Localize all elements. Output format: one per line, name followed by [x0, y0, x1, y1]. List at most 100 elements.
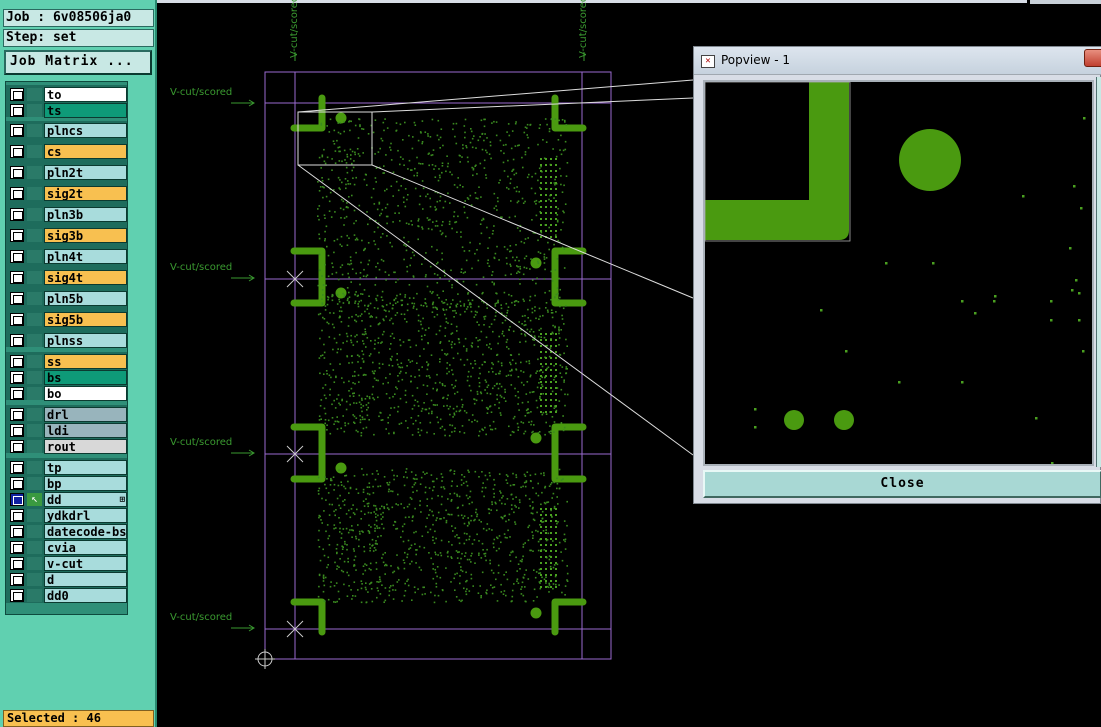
layer-affect-icon[interactable]	[27, 208, 42, 221]
layer-affect-icon[interactable]	[27, 440, 42, 453]
layer-row-sig3b[interactable]: sig3b	[8, 228, 127, 243]
layer-name[interactable]: pln5b	[44, 291, 127, 306]
layer-affect-icon[interactable]	[27, 124, 42, 137]
layer-affect-icon[interactable]	[27, 271, 42, 284]
arrow-icon[interactable]: ↖	[27, 493, 42, 506]
layer-checkbox[interactable]	[10, 88, 24, 101]
layer-affect-icon[interactable]	[27, 509, 42, 522]
layer-row-ldi[interactable]: ldi	[8, 423, 127, 438]
layer-name[interactable]: ts	[44, 103, 127, 118]
layer-name[interactable]: pln3b	[44, 207, 127, 222]
layer-name[interactable]: v-cut	[44, 556, 127, 571]
layer-affect-icon[interactable]	[27, 541, 42, 554]
layer-checkbox[interactable]	[10, 477, 24, 490]
layer-affect-icon[interactable]	[27, 104, 42, 117]
layer-row-sig5b[interactable]: sig5b	[8, 312, 127, 327]
layer-affect-icon[interactable]	[27, 589, 42, 602]
layer-affect-icon[interactable]	[27, 334, 42, 347]
layer-checkbox[interactable]	[10, 355, 24, 368]
layer-checkbox[interactable]	[10, 424, 24, 437]
layer-name[interactable]: bp	[44, 476, 127, 491]
layer-checkbox[interactable]	[10, 334, 24, 347]
layer-name[interactable]: ss	[44, 354, 127, 369]
layer-name[interactable]: pln2t	[44, 165, 127, 180]
popview-canvas[interactable]	[703, 80, 1094, 466]
layer-affect-icon[interactable]	[27, 187, 42, 200]
layer-checkbox[interactable]	[10, 250, 24, 263]
layer-checkbox[interactable]	[10, 166, 24, 179]
layer-affect-icon[interactable]	[27, 573, 42, 586]
layer-checkbox[interactable]	[10, 493, 24, 506]
layer-name[interactable]: cvia	[44, 540, 127, 555]
layer-checkbox[interactable]	[10, 124, 24, 137]
layer-affect-icon[interactable]	[27, 355, 42, 368]
layer-row-ss[interactable]: ss	[8, 354, 127, 369]
layer-checkbox[interactable]	[10, 208, 24, 221]
layer-affect-icon[interactable]	[27, 461, 42, 474]
layer-name[interactable]: bs	[44, 370, 127, 385]
layer-affect-icon[interactable]	[27, 477, 42, 490]
layer-row-pln4t[interactable]: pln4t	[8, 249, 127, 264]
layer-affect-icon[interactable]	[27, 371, 42, 384]
layer-affect-icon[interactable]	[27, 424, 42, 437]
layer-checkbox[interactable]	[10, 271, 24, 284]
layer-name[interactable]: bo	[44, 386, 127, 401]
layer-name[interactable]: ydkdrl	[44, 508, 127, 523]
layer-checkbox[interactable]	[10, 408, 24, 421]
layer-checkbox[interactable]	[10, 589, 24, 602]
layer-checkbox[interactable]	[10, 509, 24, 522]
layer-row-plnss[interactable]: plnss	[8, 333, 127, 348]
layer-checkbox[interactable]	[10, 461, 24, 474]
layer-checkbox[interactable]	[10, 371, 24, 384]
layer-checkbox[interactable]	[10, 104, 24, 117]
layer-checkbox[interactable]	[10, 525, 24, 538]
layer-affect-icon[interactable]	[27, 557, 42, 570]
layer-row-pln3b[interactable]: pln3b	[8, 207, 127, 222]
layer-name[interactable]: pln4t	[44, 249, 127, 264]
layer-row-ts[interactable]: ts	[8, 103, 127, 118]
layer-affect-icon[interactable]	[27, 525, 42, 538]
layer-name[interactable]: cs	[44, 144, 127, 159]
job-matrix-button[interactable]: Job Matrix ...	[4, 50, 152, 75]
close-button[interactable]: Close	[703, 470, 1101, 498]
expand-icon[interactable]: ⊞	[120, 493, 125, 506]
layer-name[interactable]: dd ⊞	[44, 492, 127, 507]
layer-row-bs[interactable]: bs	[8, 370, 127, 385]
layer-row-ydkdrl[interactable]: ydkdrl	[8, 508, 127, 523]
window-close-button[interactable]	[1084, 49, 1101, 67]
layer-name[interactable]: sig3b	[44, 228, 127, 243]
layer-name[interactable]: sig4t	[44, 270, 127, 285]
layer-affect-icon[interactable]	[27, 166, 42, 179]
layer-affect-icon[interactable]	[27, 88, 42, 101]
layer-row-cs[interactable]: cs	[8, 144, 127, 159]
layer-checkbox[interactable]	[10, 187, 24, 200]
layer-affect-icon[interactable]	[27, 408, 42, 421]
layer-row-v-cut[interactable]: v-cut	[8, 556, 127, 571]
layer-row-drl[interactable]: drl	[8, 407, 127, 422]
layer-name[interactable]: sig2t	[44, 186, 127, 201]
layer-checkbox[interactable]	[10, 229, 24, 242]
layer-affect-icon[interactable]	[27, 145, 42, 158]
zoom-view[interactable]	[705, 82, 1092, 464]
layer-checkbox[interactable]	[10, 313, 24, 326]
layer-checkbox[interactable]	[10, 145, 24, 158]
popview-titlebar[interactable]: ✕ Popview - 1	[694, 47, 1101, 75]
layer-row-cvia[interactable]: cvia	[8, 540, 127, 555]
layer-name[interactable]: tp	[44, 460, 127, 475]
layer-name[interactable]: to	[44, 87, 127, 102]
layer-row-bo[interactable]: bo	[8, 386, 127, 401]
layer-checkbox[interactable]	[10, 387, 24, 400]
layer-name[interactable]: plncs	[44, 123, 127, 138]
layer-row-sig4t[interactable]: sig4t	[8, 270, 127, 285]
layer-row-tp[interactable]: tp	[8, 460, 127, 475]
layer-row-pln2t[interactable]: pln2t	[8, 165, 127, 180]
layer-name[interactable]: plnss	[44, 333, 127, 348]
layer-affect-icon[interactable]	[27, 250, 42, 263]
layer-row-dd0[interactable]: dd0	[8, 588, 127, 603]
layer-row-d[interactable]: d	[8, 572, 127, 587]
layer-affect-icon[interactable]	[27, 292, 42, 305]
layer-checkbox[interactable]	[10, 557, 24, 570]
layer-name[interactable]: datecode-bs	[44, 524, 127, 539]
popview-scrollbar[interactable]	[1096, 77, 1101, 467]
layer-affect-icon[interactable]	[27, 229, 42, 242]
